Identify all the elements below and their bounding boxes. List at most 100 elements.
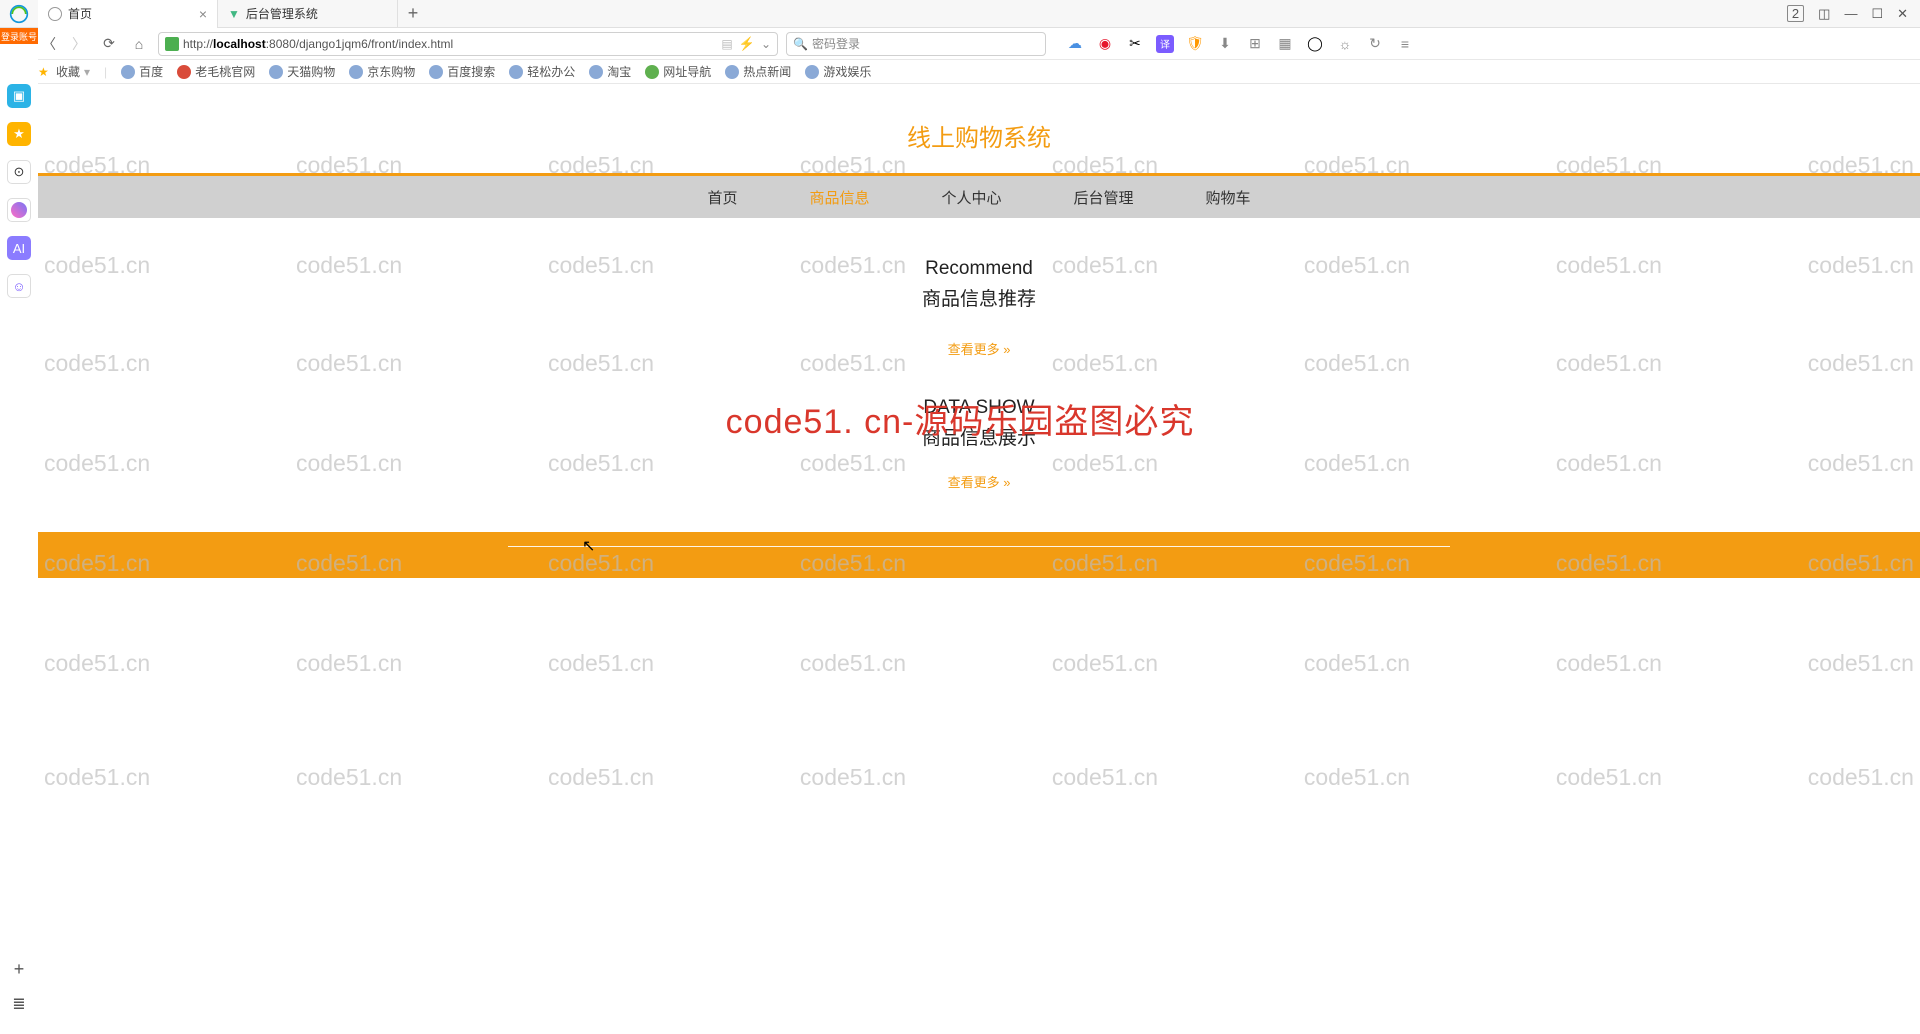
maximize-button[interactable]: ☐	[1871, 6, 1883, 22]
globe-icon	[269, 65, 283, 79]
bookmark-jd[interactable]: 京东购物	[349, 63, 415, 80]
nav-cart[interactable]: 购物车	[1206, 187, 1251, 208]
site-title: 线上购物系统	[38, 84, 1920, 173]
search-placeholder: 密码登录	[812, 35, 860, 52]
bookmark-games[interactable]: 游戏娱乐	[805, 63, 871, 80]
bookmark-baidu-search[interactable]: 百度搜索	[429, 63, 495, 80]
browser-logo	[0, 0, 38, 28]
bookmark-tmall[interactable]: 天猫购物	[269, 63, 335, 80]
chevron-down-icon[interactable]: ⌄	[761, 37, 771, 51]
cloud-icon[interactable]: ☁	[1066, 35, 1084, 53]
section-title-cn: 商品信息推荐	[38, 284, 1920, 311]
favorites-button[interactable]: ★收藏▾	[38, 63, 90, 80]
sun-icon[interactable]: ☼	[1336, 35, 1354, 53]
dock-app-3[interactable]: ⊙	[7, 160, 31, 184]
toolbar-icons: ☁ ◉ ✂ 译 🛡 ⬇ ⊞ ▦ ◯ ☼ ↻ ≡	[1054, 35, 1426, 53]
download-icon[interactable]: ⬇	[1216, 35, 1234, 53]
dock-add-button[interactable]: +	[14, 959, 25, 980]
menu-icon[interactable]: ≡	[1396, 35, 1414, 53]
restore-icon[interactable]: ↻	[1366, 35, 1384, 53]
bookmark-news[interactable]: 热点新闻	[725, 63, 791, 80]
page-content: 线上购物系统 首页 商品信息 个人中心 后台管理 购物车 Recommend 商…	[38, 84, 1920, 1034]
tab-admin[interactable]: ▼ 后台管理系统	[218, 0, 398, 28]
tabs-container: 首页 × ▼ 后台管理系统 +	[38, 0, 428, 28]
url-host: localhost	[213, 37, 266, 51]
dock-app-1[interactable]: ▣	[7, 84, 31, 108]
watermark: code51.cn	[44, 650, 150, 677]
tab-title: 后台管理系统	[246, 5, 318, 22]
main-nav: 首页 商品信息 个人中心 后台管理 购物车	[38, 176, 1920, 218]
nav-home[interactable]: 首页	[707, 187, 737, 208]
bookmark-laomaotao[interactable]: 老毛桃官网	[177, 63, 255, 80]
watermark: code51.cn	[1052, 764, 1158, 791]
dock-menu-button[interactable]: ≣	[12, 994, 25, 1014]
globe-icon	[349, 65, 363, 79]
translate-icon[interactable]: 译	[1156, 35, 1174, 53]
url-path: :8080/django1jqm6/front/index.html	[266, 37, 453, 51]
new-tab-button[interactable]: +	[398, 0, 428, 28]
security-icon[interactable]: 🛡	[1186, 35, 1204, 53]
close-icon[interactable]: ×	[199, 6, 207, 22]
close-button[interactable]: ✕	[1897, 6, 1908, 22]
puzzle-icon[interactable]: ⊞	[1246, 35, 1264, 53]
scissors-icon[interactable]: ✂	[1126, 35, 1144, 53]
footer-bar	[38, 532, 1920, 578]
flash-icon[interactable]: ⚡	[739, 36, 755, 52]
back-button[interactable]: 〈	[38, 34, 60, 54]
more-link[interactable]: 查看更多	[948, 472, 1011, 491]
addr-right-icons: ▤ ⚡ ⌄	[721, 36, 771, 52]
qr-icon[interactable]: ▤	[721, 37, 732, 51]
address-bar[interactable]: http://localhost:8080/django1jqm6/front/…	[158, 32, 778, 56]
bm-label: 京东购物	[367, 63, 415, 80]
globe-icon	[48, 7, 62, 21]
tab-title: 首页	[68, 5, 92, 22]
forward-button[interactable]: 〉	[68, 34, 90, 54]
section-title-en: Recommend	[38, 258, 1920, 280]
login-badge[interactable]: 登录账号	[0, 28, 38, 44]
nav-admin[interactable]: 后台管理	[1074, 187, 1134, 208]
vue-icon: ▼	[228, 7, 240, 21]
watermark: code51.cn	[1808, 650, 1914, 677]
url-scheme: http://	[183, 37, 213, 51]
browser-tab-strip: 首页 × ▼ 后台管理系统 + 2 ◫ — ☐ ✕	[0, 0, 1920, 28]
section-title-en: DATA SHOW	[38, 397, 1920, 419]
bookmarks-bar: ★收藏▾ | 百度 老毛桃官网 天猫购物 京东购物 百度搜索 轻松办公 淘宝 网…	[0, 60, 1920, 84]
nav-products[interactable]: 商品信息	[809, 187, 869, 208]
globe-icon	[509, 65, 523, 79]
section-recommend: Recommend 商品信息推荐 查看更多	[38, 218, 1920, 369]
search-icon: 🔍	[793, 37, 808, 51]
section-title-cn: 商品信息展示	[38, 423, 1920, 450]
nav-profile[interactable]: 个人中心	[941, 187, 1001, 208]
watermark: code51.cn	[1304, 764, 1410, 791]
bm-label: 游戏娱乐	[823, 63, 871, 80]
bookmark-nav[interactable]: 网址导航	[645, 63, 711, 80]
star-icon: ★	[38, 65, 52, 79]
address-bar-row: 〈 〉 ⟳ ⌂ http://localhost:8080/django1jqm…	[0, 28, 1920, 60]
dock-app-6[interactable]: ☺	[7, 274, 31, 298]
skin-icon[interactable]: ◫	[1818, 6, 1830, 22]
bookmark-office[interactable]: 轻松办公	[509, 63, 575, 80]
tab-count-badge[interactable]: 2	[1787, 5, 1804, 22]
weibo-icon[interactable]: ◉	[1096, 35, 1114, 53]
minimize-button[interactable]: —	[1844, 6, 1857, 21]
dock-app-4[interactable]	[7, 198, 31, 222]
watermark: code51.cn	[548, 650, 654, 677]
more-link[interactable]: 查看更多	[948, 339, 1011, 358]
dock-app-5[interactable]: AI	[7, 236, 31, 260]
dock-app-2[interactable]: ★	[7, 122, 31, 146]
bm-label: 百度	[139, 63, 163, 80]
tab-home[interactable]: 首页 ×	[38, 0, 218, 28]
bookmark-baidu[interactable]: 百度	[121, 63, 163, 80]
watermark: code51.cn	[296, 764, 402, 791]
watermark: code51.cn	[296, 650, 402, 677]
globe-icon	[177, 65, 191, 79]
reload-button[interactable]: ⟳	[98, 35, 120, 52]
bookmark-taobao[interactable]: 淘宝	[589, 63, 631, 80]
globe-icon	[121, 65, 135, 79]
apps-icon[interactable]: ▦	[1276, 35, 1294, 53]
search-input[interactable]: 🔍 密码登录	[786, 32, 1046, 56]
bm-label: 老毛桃官网	[195, 63, 255, 80]
home-button[interactable]: ⌂	[128, 36, 150, 52]
watermark: code51.cn	[1556, 764, 1662, 791]
chrome-icon[interactable]: ◯	[1306, 35, 1324, 53]
